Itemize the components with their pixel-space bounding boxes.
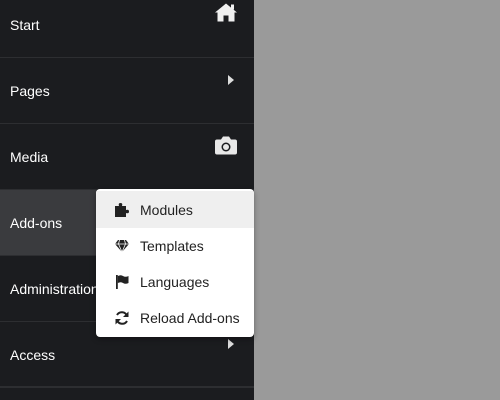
- chevron-right-icon: [228, 72, 234, 88]
- menu-item-reload-addons[interactable]: Reload Add-ons: [96, 299, 254, 336]
- refresh-icon: [114, 310, 130, 326]
- menu-item-label: Languages: [140, 273, 210, 290]
- sidebar-item-start[interactable]: Start: [0, 0, 254, 58]
- sidebar-item-label: Pages: [10, 82, 50, 99]
- menu-item-label: Modules: [140, 201, 193, 218]
- home-icon: [214, 3, 238, 26]
- flag-icon: [114, 274, 130, 290]
- menu-item-templates[interactable]: Templates: [96, 227, 254, 264]
- sidebar-item-label: Add-ons: [10, 214, 63, 231]
- puzzle-icon: [114, 202, 130, 218]
- chevron-right-icon: [228, 336, 234, 352]
- sidebar-item-label: Administration: [10, 280, 99, 297]
- menu-item-languages[interactable]: Languages: [96, 263, 254, 300]
- menu-item-label: Reload Add-ons: [140, 309, 240, 326]
- divider: [0, 386, 254, 387]
- sidebar-item-media[interactable]: Media: [0, 124, 254, 190]
- menu-item-label: Templates: [140, 237, 204, 254]
- sidebar-item-label: Media: [10, 148, 49, 165]
- menu-item-modules[interactable]: Modules: [96, 191, 254, 228]
- sidebar-item-pages[interactable]: Pages: [0, 58, 254, 124]
- sidebar-item-label: Start: [10, 16, 40, 33]
- camera-icon: [214, 136, 238, 159]
- addons-dropdown-menu: Modules Templates Languages Reload Add-o…: [96, 189, 254, 337]
- sidebar-item-label: Access: [10, 346, 56, 363]
- gem-icon: [114, 238, 130, 254]
